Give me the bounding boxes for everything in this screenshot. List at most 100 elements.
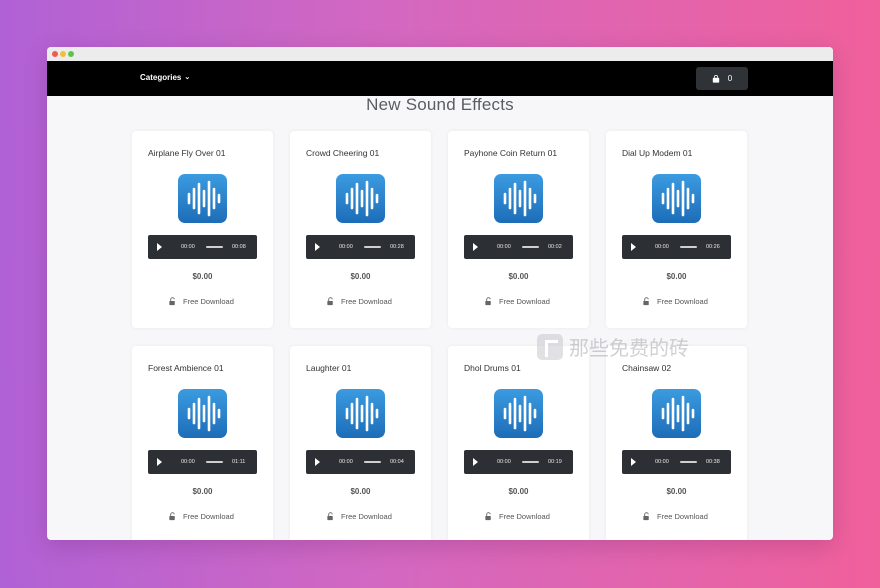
download-label: Free Download: [341, 297, 392, 306]
play-icon[interactable]: [473, 243, 478, 251]
unlock-icon: [327, 512, 333, 521]
price: $0.00: [666, 272, 687, 281]
play-icon[interactable]: [315, 243, 320, 251]
price: $0.00: [192, 272, 213, 281]
play-icon[interactable]: [157, 458, 162, 466]
price: $0.00: [508, 272, 529, 281]
sound-card[interactable]: Airplane Fly Over 01 00:00 00:08 $0.00 F…: [132, 131, 273, 328]
price: $0.00: [350, 272, 371, 281]
duration: 00:19: [548, 459, 562, 465]
audio-player: 00:00 00:38: [622, 450, 731, 474]
download-label: Free Download: [499, 512, 550, 521]
cart-button[interactable]: 0: [696, 67, 748, 90]
sound-wave-icon: [494, 174, 543, 223]
download-label: Free Download: [657, 512, 708, 521]
play-icon[interactable]: [631, 243, 636, 251]
unlock-icon: [643, 297, 649, 306]
sound-card[interactable]: Dial Up Modem 01 00:00 00:26 $0.00 Free …: [606, 131, 747, 328]
sound-title[interactable]: Forest Ambience 01: [148, 363, 224, 373]
sound-title[interactable]: Dial Up Modem 01: [622, 148, 692, 158]
watermark-text: 那些免费的砖: [569, 336, 689, 360]
play-icon[interactable]: [157, 243, 162, 251]
chevron-down-icon: ⌄: [184, 73, 191, 81]
unlock-icon: [169, 512, 175, 521]
seek-bar[interactable]: [680, 246, 697, 248]
duration: 01:11: [232, 459, 246, 465]
free-download-link[interactable]: Free Download: [168, 512, 234, 521]
seek-bar[interactable]: [522, 246, 539, 248]
unlock-icon: [485, 297, 491, 306]
close-window-icon[interactable]: [52, 51, 58, 57]
sound-title[interactable]: Chainsaw 02: [622, 363, 671, 373]
seek-bar[interactable]: [206, 461, 223, 463]
duration: 00:02: [548, 244, 562, 250]
current-time: 00:00: [655, 459, 669, 465]
duration: 00:26: [706, 244, 720, 250]
current-time: 00:00: [339, 459, 353, 465]
download-label: Free Download: [499, 297, 550, 306]
maximize-window-icon[interactable]: [68, 51, 74, 57]
seek-bar[interactable]: [522, 461, 539, 463]
sound-card[interactable]: Payhone Coin Return 01 00:00 00:02 $0.00: [448, 131, 589, 328]
categories-label: Categories: [140, 73, 182, 82]
unlock-icon: [327, 297, 333, 306]
free-download-link[interactable]: Free Download: [484, 297, 550, 306]
download-label: Free Download: [657, 297, 708, 306]
download-label: Free Download: [183, 297, 234, 306]
price: $0.00: [192, 487, 213, 496]
sound-title[interactable]: Airplane Fly Over 01: [148, 148, 225, 158]
free-download-link[interactable]: Free Download: [484, 512, 550, 521]
seek-bar[interactable]: [680, 461, 697, 463]
sound-title[interactable]: Dhol Drums 01: [464, 363, 521, 373]
audio-player: 00:00 00:04: [306, 450, 415, 474]
sound-card[interactable]: Laughter 01 00:00 00:04 $0.00 Free Downl…: [290, 346, 431, 540]
watermark: 那些免费的砖: [537, 332, 689, 361]
audio-player: 00:00 00:26: [622, 235, 731, 259]
sound-wave-icon: [652, 174, 701, 223]
unlock-icon: [169, 297, 175, 306]
play-icon[interactable]: [473, 458, 478, 466]
sound-title[interactable]: Crowd Cheering 01: [306, 148, 379, 158]
unlock-icon: [643, 512, 649, 521]
current-time: 00:00: [497, 459, 511, 465]
sound-card[interactable]: Crowd Cheering 01 00:00 00:28 $0.00 Free…: [290, 131, 431, 328]
price: $0.00: [666, 487, 687, 496]
duration: 00:38: [706, 459, 720, 465]
free-download-link[interactable]: Free Download: [168, 297, 234, 306]
unlock-icon: [485, 512, 491, 521]
seek-bar[interactable]: [364, 246, 381, 248]
current-time: 00:00: [497, 244, 511, 250]
browser-window: Categories ⌄ 0 New Sound Effects Airplan…: [47, 47, 833, 540]
shopping-bag-icon: [712, 74, 719, 83]
free-download-link[interactable]: Free Download: [642, 297, 708, 306]
price: $0.00: [350, 487, 371, 496]
audio-player: 00:00 00:28: [306, 235, 415, 259]
seek-bar[interactable]: [364, 461, 381, 463]
play-icon[interactable]: [315, 458, 320, 466]
audio-player: 00:00 01:11: [148, 450, 257, 474]
categories-dropdown[interactable]: Categories ⌄: [140, 73, 190, 82]
sound-title[interactable]: Laughter 01: [306, 363, 351, 373]
sound-card[interactable]: Chainsaw 02 00:00 00:38 $0.00 Free Downl…: [606, 346, 747, 540]
duration: 00:08: [232, 244, 246, 250]
sound-card[interactable]: Dhol Drums 01 00:00 00:19 $0.00 Free Dow…: [448, 346, 589, 540]
sound-wave-icon: [336, 389, 385, 438]
download-label: Free Download: [341, 512, 392, 521]
current-time: 00:00: [655, 244, 669, 250]
window-titlebar: [47, 47, 833, 61]
audio-player: 00:00 00:08: [148, 235, 257, 259]
seek-bar[interactable]: [206, 246, 223, 248]
sound-card[interactable]: Forest Ambience 01 00:00 01:11 $0.00 Fre…: [132, 346, 273, 540]
cart-count: 0: [727, 74, 733, 83]
free-download-link[interactable]: Free Download: [642, 512, 708, 521]
minimize-window-icon[interactable]: [60, 51, 66, 57]
free-download-link[interactable]: Free Download: [326, 297, 392, 306]
current-time: 00:00: [339, 244, 353, 250]
sound-title[interactable]: Payhone Coin Return 01: [464, 148, 557, 158]
download-label: Free Download: [183, 512, 234, 521]
audio-player: 00:00 00:19: [464, 450, 573, 474]
play-icon[interactable]: [631, 458, 636, 466]
sound-wave-icon: [336, 174, 385, 223]
free-download-link[interactable]: Free Download: [326, 512, 392, 521]
sound-wave-icon: [178, 174, 227, 223]
